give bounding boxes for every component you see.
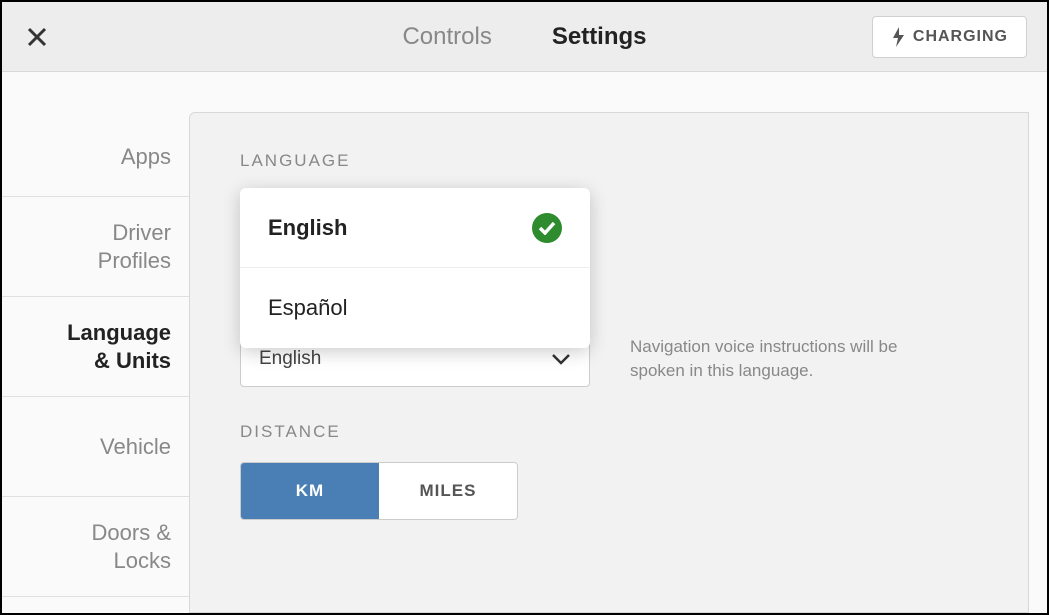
language-option-espanol[interactable]: Español xyxy=(240,268,590,348)
sidebar-item-driver-profiles[interactable]: Driver Profiles xyxy=(2,197,189,297)
check-icon xyxy=(532,213,562,243)
distance-toggle-group: KM MILES xyxy=(240,462,518,520)
distance-option-miles[interactable]: MILES xyxy=(379,463,517,519)
sidebar-item-label: Language & Units xyxy=(67,319,171,374)
language-option-label: Español xyxy=(268,295,348,321)
distance-section-label: DISTANCE xyxy=(240,422,978,442)
nav-voice-help-text: Navigation voice instructions will be sp… xyxy=(630,335,910,383)
tab-controls[interactable]: Controls xyxy=(402,23,491,51)
sidebar-item-label: Doors & Locks xyxy=(92,519,171,574)
close-icon xyxy=(25,25,49,49)
language-section-label: LANGUAGE xyxy=(240,151,978,171)
lightning-icon xyxy=(891,27,905,47)
charging-button[interactable]: CHARGING xyxy=(872,16,1027,58)
sidebar-item-label: Apps xyxy=(121,143,171,171)
sidebar-item-vehicle[interactable]: Vehicle xyxy=(2,397,189,497)
language-dropdown-popup: English Español xyxy=(240,188,590,348)
chevron-down-icon xyxy=(551,353,571,365)
charging-label: CHARGING xyxy=(913,28,1008,46)
settings-panel: LANGUAGE English Español English xyxy=(189,112,1029,613)
tab-settings[interactable]: Settings xyxy=(552,23,647,51)
body: Apps Driver Profiles Language & Units Ve… xyxy=(2,72,1047,613)
sidebar-item-label: Vehicle xyxy=(100,433,171,461)
nav-voice-selected: English xyxy=(259,348,321,370)
sidebar-item-doors-locks[interactable]: Doors & Locks xyxy=(2,497,189,597)
sidebar-item-label: Driver Profiles xyxy=(98,219,171,274)
sidebar-item-apps[interactable]: Apps xyxy=(2,117,189,197)
sidebar-item-language-units[interactable]: Language & Units xyxy=(2,297,189,397)
header-bar: Controls Settings CHARGING xyxy=(2,2,1047,72)
distance-option-km[interactable]: KM xyxy=(241,463,379,519)
header-tabs: Controls Settings xyxy=(402,23,646,51)
close-button[interactable] xyxy=(22,22,52,52)
content-area: LANGUAGE English Español English xyxy=(189,72,1047,613)
language-option-english[interactable]: English xyxy=(240,188,590,268)
sidebar: Apps Driver Profiles Language & Units Ve… xyxy=(2,72,189,613)
language-option-label: English xyxy=(268,215,347,241)
